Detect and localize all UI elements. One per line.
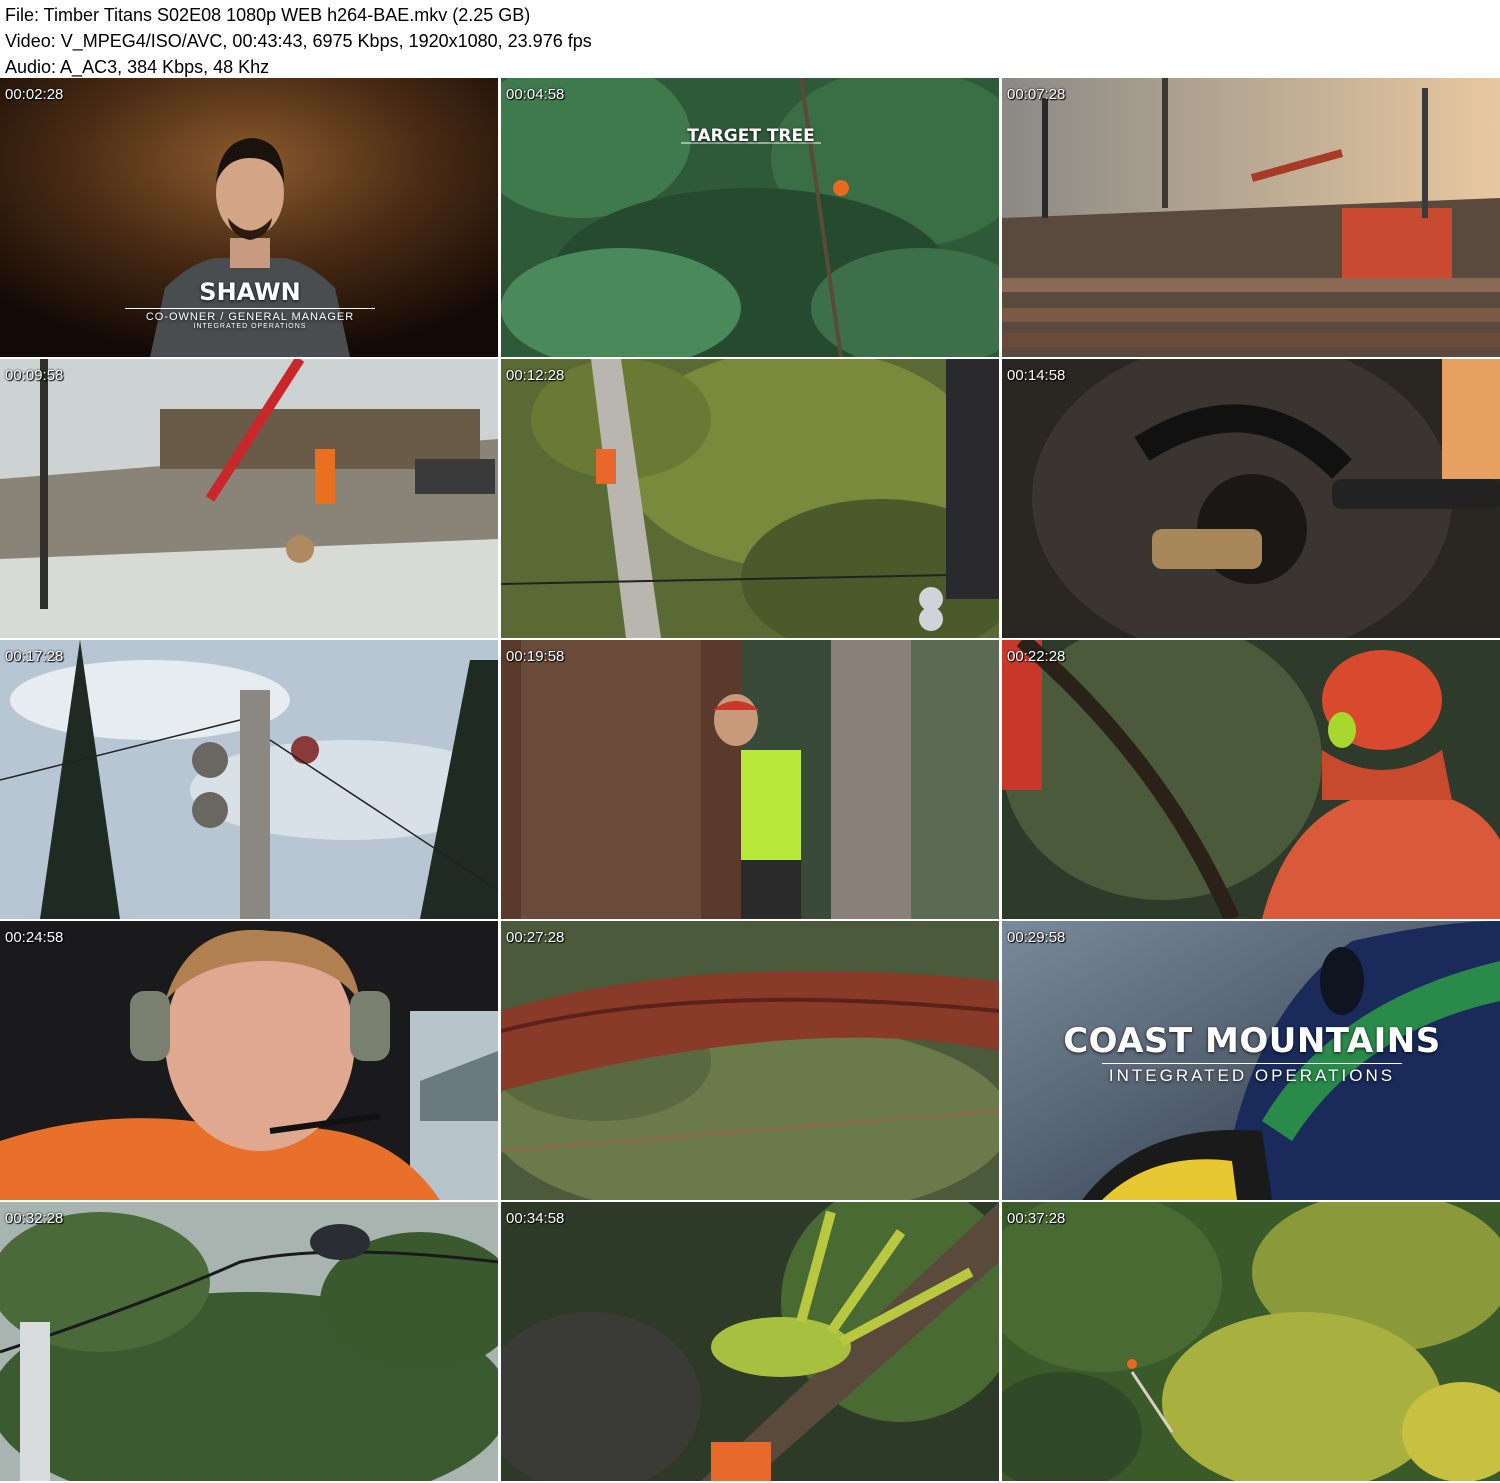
audio-info-line: Audio: A_AC3, 384 Kbps, 48 Khz (5, 57, 270, 77)
frame-image (0, 359, 498, 638)
frame-image (501, 359, 999, 638)
timestamp: 00:04:58 (506, 86, 565, 103)
thumbnail-frame-mossy-trunk: 00:34:58 (501, 1202, 999, 1481)
frame-image (1002, 78, 1500, 357)
thumbnail-frame-machine-closeup: 00:14:58 (1002, 359, 1500, 638)
frame-image (1002, 640, 1500, 919)
thumbnail-frame-treetop: 00:04:58 TARGET TREE (501, 78, 999, 357)
person-role: CO-OWNER / GENERAL MANAGER (145, 311, 355, 323)
thumbnail-frame-pilot: 00:24:58 (0, 921, 498, 1200)
timestamp: 00:07:28 (1007, 86, 1066, 103)
frame-image (501, 78, 999, 357)
timestamp: 00:27:28 (506, 929, 565, 946)
frame-image (0, 640, 498, 919)
thumbnail-frame-log-yard: 00:07:28 (1002, 78, 1500, 357)
person-org: INTEGRATED OPERATIONS (193, 323, 307, 330)
timestamp: 00:29:58 (1007, 929, 1066, 946)
timestamp: 00:22:28 (1007, 648, 1066, 665)
thumbnail-frame-aerial-forest: 00:37:28 (1002, 1202, 1500, 1481)
name-lower-third: SHAWN CO-OWNER / GENERAL MANAGER INTEGRA… (120, 278, 380, 330)
timestamp: 00:19:58 (506, 648, 565, 665)
timestamp: 00:34:58 (506, 1210, 565, 1227)
timestamp: 00:02:28 (5, 86, 64, 103)
thumbnail-frame-falling-tree: 00:27:28 (501, 921, 999, 1200)
frame-image (501, 1202, 999, 1481)
thumbnail-grid: 00:02:28 SHAWN CO-OWNER / GENERAL MANAGE… (0, 78, 1500, 1483)
timestamp: 00:09:58 (5, 367, 64, 384)
frame-image (501, 640, 999, 919)
frame-image (1002, 1202, 1500, 1481)
thumbnail-frame-helicopter-title: 00:29:58 COAST MOUNTAINS INTEGRATED OPER… (1002, 921, 1500, 1200)
company-title-card: COAST MOUNTAINS INTEGRATED OPERATIONS (1062, 1021, 1442, 1086)
thumbnail-frame-helmet: 00:22:28 (1002, 640, 1500, 919)
thumbnail-frame-forest-canopy: 00:32:28 (0, 1202, 498, 1481)
file-info-header: File: Timber Titans S02E08 1080p WEB h26… (0, 0, 1500, 78)
frame-image (501, 921, 999, 1200)
frame-image (0, 921, 498, 1200)
timestamp: 00:12:28 (506, 367, 565, 384)
frame-image (0, 1202, 498, 1481)
thumbnail-frame-spar-pole: 00:17:28 (0, 640, 498, 919)
timestamp: 00:37:28 (1007, 1210, 1066, 1227)
frame-image (1002, 359, 1500, 638)
thumbnail-frame-landing: 00:09:58 (0, 359, 498, 638)
timestamp: 00:14:58 (1007, 367, 1066, 384)
timestamp: 00:32:28 (5, 1210, 64, 1227)
timestamp: 00:24:58 (5, 929, 64, 946)
person-name: SHAWN (199, 278, 301, 306)
divider-rule (1102, 1063, 1402, 1064)
timestamp: 00:17:28 (5, 648, 64, 665)
target-tree-label: TARGET TREE (687, 126, 815, 146)
video-info-line: Video: V_MPEG4/ISO/AVC, 00:43:43, 6975 K… (5, 31, 592, 51)
thumbnail-frame-interview: 00:02:28 SHAWN CO-OWNER / GENERAL MANAGE… (0, 78, 498, 357)
thumbnail-frame-climber: 00:12:28 (501, 359, 999, 638)
divider-rule (125, 308, 375, 309)
file-info-line: File: Timber Titans S02E08 1080p WEB h26… (5, 5, 531, 25)
company-subtitle: INTEGRATED OPERATIONS (1108, 1066, 1396, 1085)
thumbnail-frame-faller: 00:19:58 (501, 640, 999, 919)
company-title: COAST MOUNTAINS (1063, 1021, 1441, 1061)
